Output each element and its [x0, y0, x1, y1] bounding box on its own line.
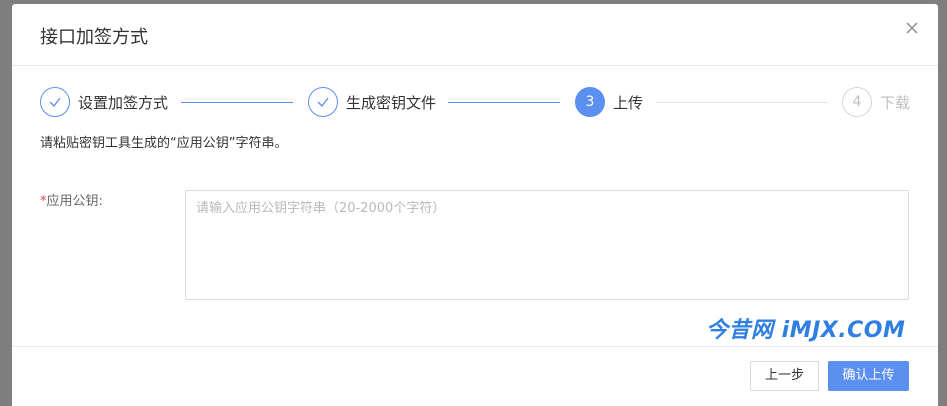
- public-key-label-text: 应用公钥:: [46, 194, 103, 209]
- upload-hint: 请粘贴密钥工具生成的“应用公钥”字符串。: [40, 136, 288, 151]
- confirm-upload-button[interactable]: 确认上传: [828, 361, 909, 391]
- step-4-number: 4: [842, 87, 872, 117]
- step-connector-1: [181, 102, 293, 103]
- previous-step-button[interactable]: 上一步: [750, 361, 819, 391]
- step-1: 设置加签方式: [40, 86, 168, 118]
- check-icon: [308, 87, 338, 117]
- dialog-title: 接口加签方式: [40, 27, 148, 48]
- public-key-label: *应用公钥:: [40, 192, 103, 212]
- step-2: 生成密钥文件: [308, 86, 436, 118]
- dialog-footer: 上一步 确认上传: [12, 346, 938, 406]
- upload-key-dialog: 接口加签方式 设置加签方式 生成密钥文件 3 上传 4 下载 请粘贴密钥工具生成…: [12, 4, 938, 406]
- step-3: 3 上传: [575, 86, 643, 118]
- step-4-label: 下载: [880, 93, 911, 112]
- step-4: 4 下载: [842, 86, 910, 118]
- step-connector-3: [656, 102, 828, 103]
- step-1-label: 设置加签方式: [78, 93, 169, 112]
- watermark-logo: 今昔网 iMJX.COM: [706, 318, 906, 343]
- dialog-header: 接口加签方式: [12, 4, 938, 66]
- close-icon[interactable]: [902, 18, 922, 38]
- step-2-label: 生成密钥文件: [346, 93, 437, 112]
- check-icon: [40, 87, 70, 117]
- step-connector-2: [448, 102, 560, 103]
- public-key-input[interactable]: [185, 190, 909, 300]
- step-3-number: 3: [575, 87, 605, 117]
- steps-progress: 设置加签方式 生成密钥文件 3 上传 4 下载: [40, 86, 910, 118]
- step-3-label: 上传: [613, 93, 644, 112]
